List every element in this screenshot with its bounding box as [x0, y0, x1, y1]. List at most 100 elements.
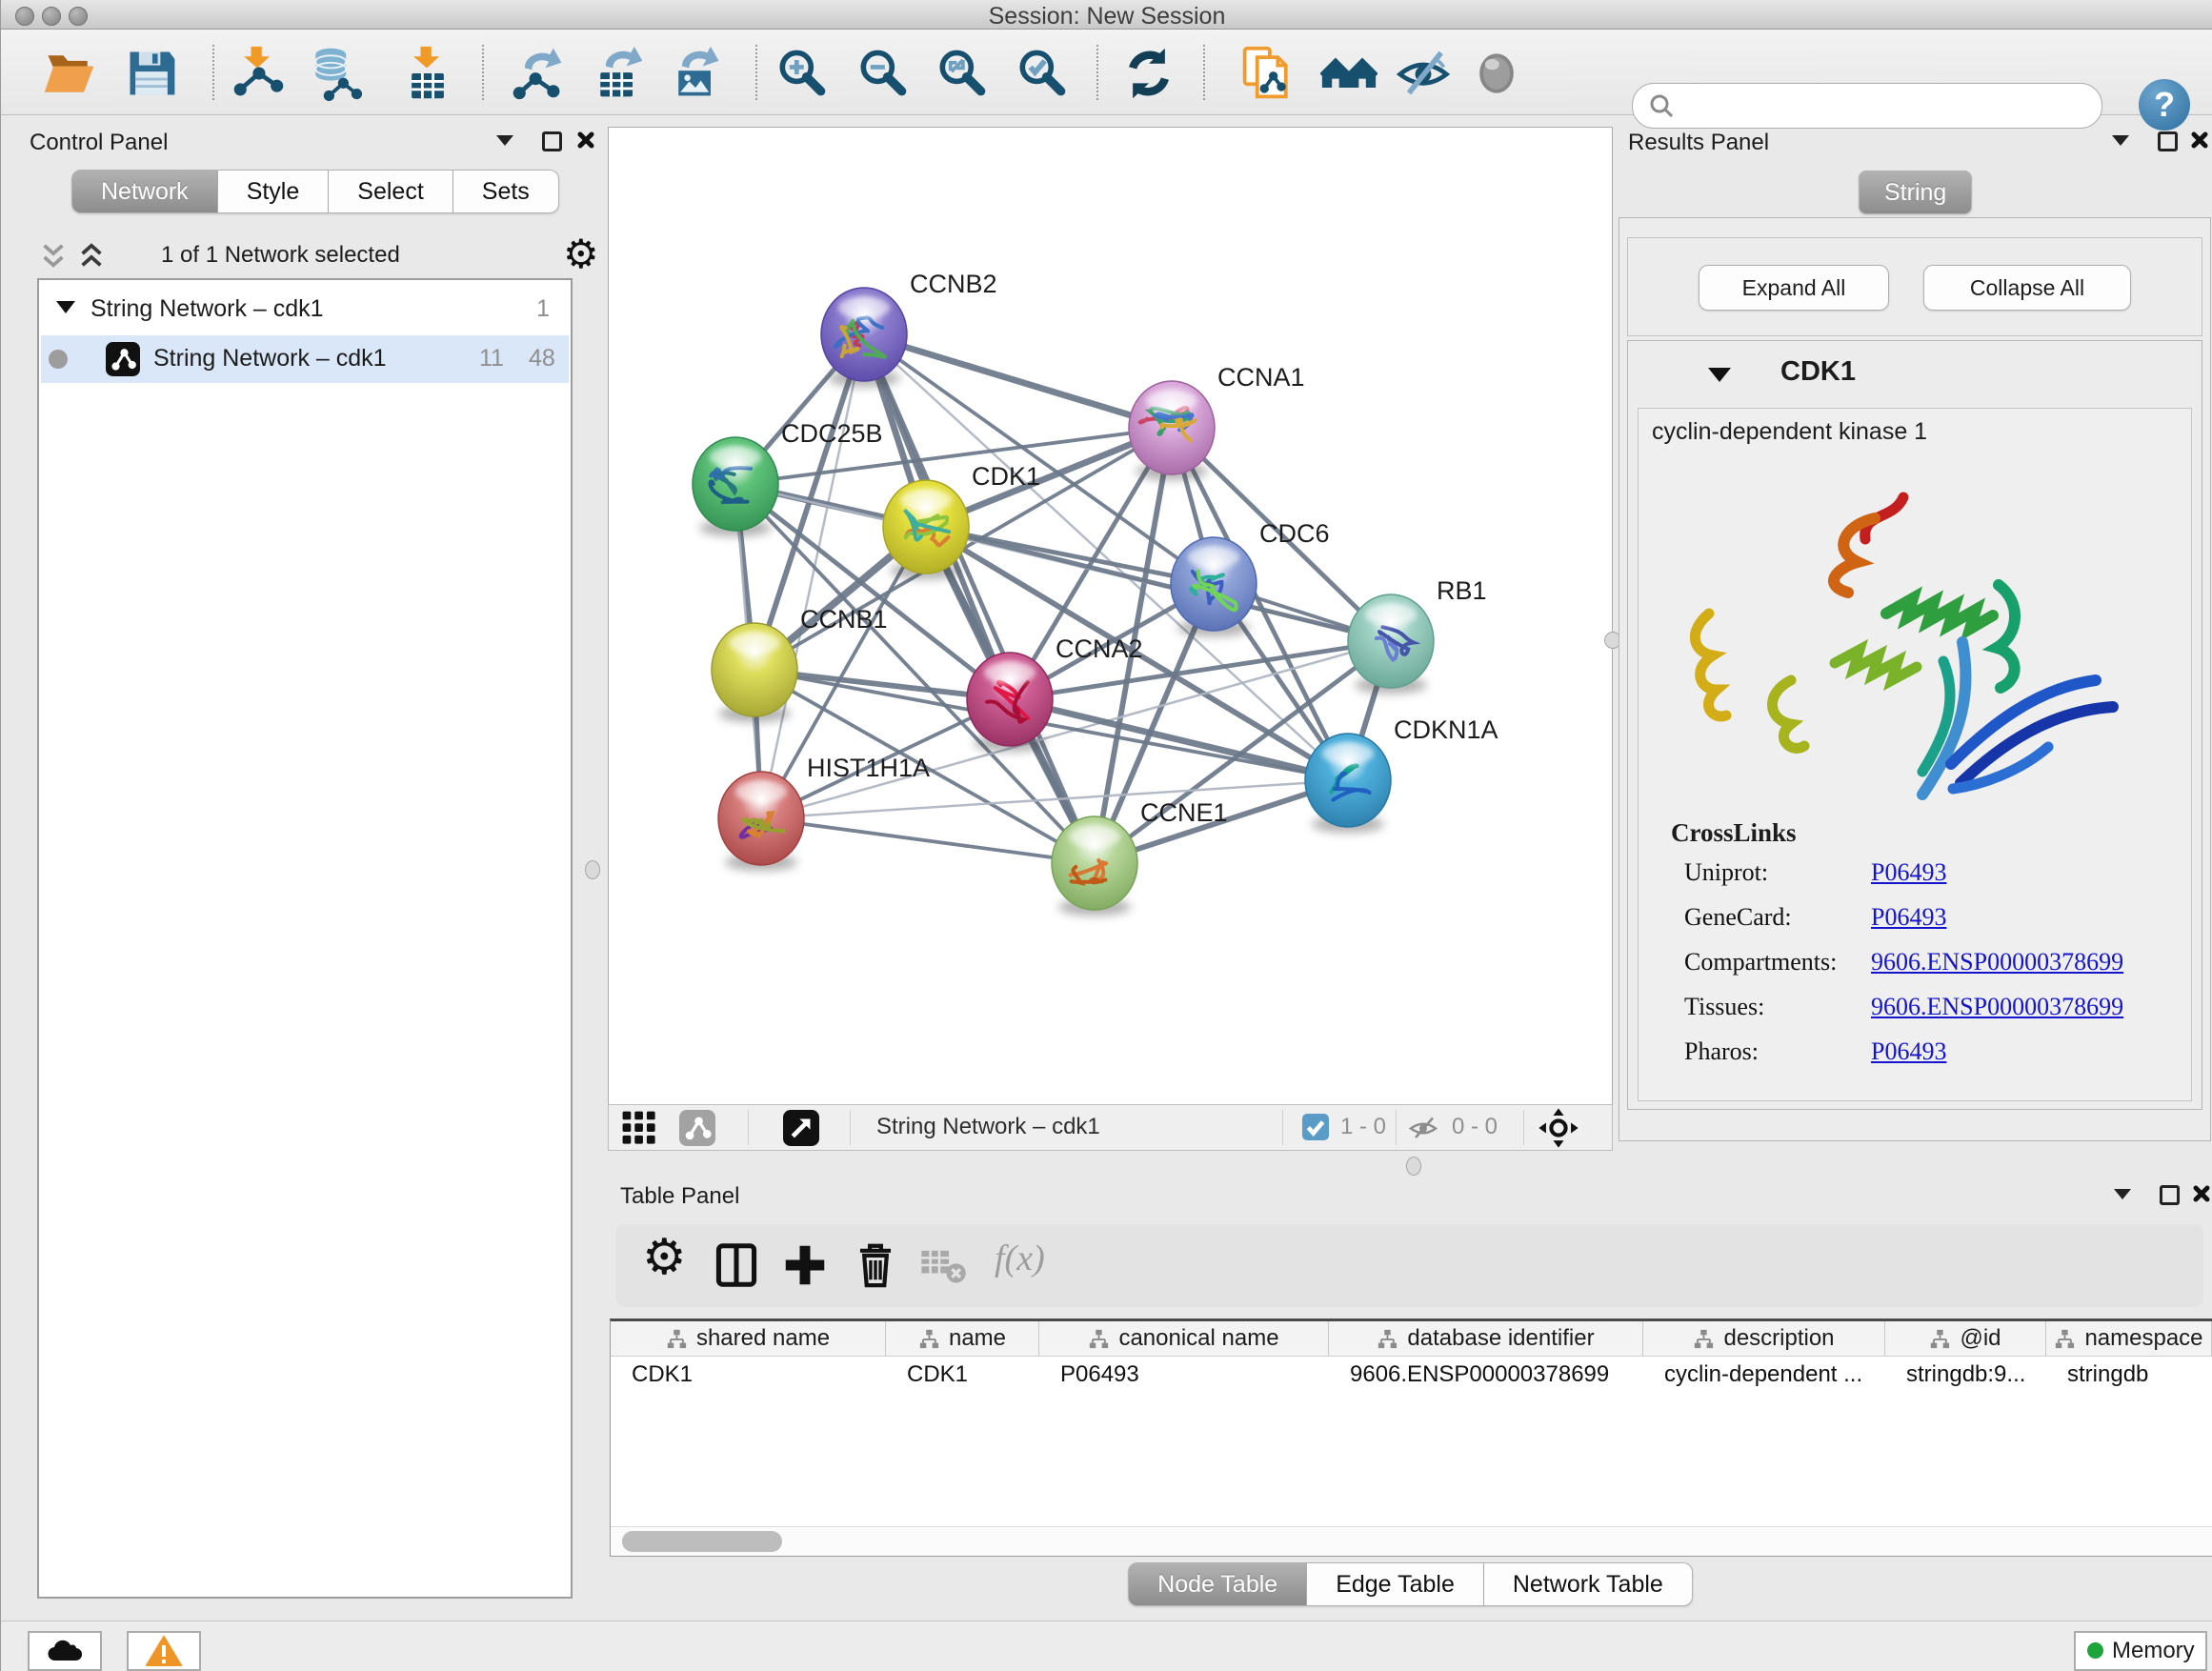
- node-label-CCNB1: CCNB1: [800, 605, 888, 634]
- network-node-RB1[interactable]: RB1: [1348, 576, 1487, 694]
- warnings-button[interactable]: [127, 1631, 201, 1671]
- edge-CCNB2-CCNE1[interactable]: [864, 334, 1095, 863]
- toolbar-separator: [482, 45, 484, 100]
- network-node-CCNE1[interactable]: CCNE1: [1052, 798, 1228, 916]
- scrollbar-thumb[interactable]: [622, 1531, 782, 1552]
- panel-menu-icon[interactable]: [496, 135, 513, 146]
- column-header-database-identifier[interactable]: database identifier: [1329, 1321, 1643, 1356]
- table-cell[interactable]: cyclin-dependent ...: [1643, 1357, 1885, 1393]
- hide-selected-button[interactable]: [1395, 45, 1452, 102]
- crosslink-link[interactable]: P06493: [1871, 903, 1946, 932]
- network-node-CCNA1[interactable]: CCNA1: [1129, 363, 1305, 480]
- crosslink-link[interactable]: P06493: [1871, 1037, 1946, 1066]
- help-button[interactable]: ?: [2139, 79, 2190, 131]
- edge-CCNB2-HIST1H1A[interactable]: [761, 334, 864, 818]
- import-network-from-database-button[interactable]: [306, 45, 363, 102]
- network-row-selected[interactable]: String Network – cdk1 11 48: [41, 335, 569, 383]
- cloud-button[interactable]: [28, 1631, 102, 1671]
- network-canvas[interactable]: CCNB2CCNA1CDC25BCDK1CDC6RB1CCNB1CCNA2CDK…: [608, 127, 1613, 1105]
- gene-details: cyclin-dependent kinase 1: [1638, 408, 2192, 1101]
- collection-count: 1: [536, 295, 550, 323]
- zoom-selected-button[interactable]: [1013, 45, 1070, 102]
- panel-float-icon[interactable]: [2158, 131, 2178, 151]
- zoom-in-button[interactable]: [773, 45, 830, 102]
- tab-style[interactable]: Style: [218, 170, 330, 213]
- column-header-name[interactable]: name: [886, 1321, 1039, 1356]
- network-collection-row[interactable]: String Network – cdk1 1: [39, 288, 571, 333]
- first-neighbors-button[interactable]: [1320, 45, 1377, 102]
- panel-menu-icon[interactable]: [2112, 135, 2129, 146]
- memory-button[interactable]: Memory: [2074, 1631, 2207, 1671]
- collapse-all-button[interactable]: Collapse All: [1923, 265, 2131, 311]
- network-node-CDKN1A[interactable]: CDKN1A: [1305, 715, 1498, 833]
- tab-network-table[interactable]: Network Table: [1484, 1562, 1693, 1606]
- table-cell[interactable]: P06493: [1039, 1357, 1329, 1393]
- grid-view-icon[interactable]: [621, 1110, 657, 1146]
- network-graph[interactable]: CCNB2CCNA1CDC25BCDK1CDC6RB1CCNB1CCNA2CDK…: [609, 128, 1612, 1104]
- section-collapse-icon[interactable]: [1708, 368, 1731, 382]
- crosslink-link[interactable]: P06493: [1871, 858, 1946, 887]
- import-table-button[interactable]: [399, 45, 456, 102]
- zoom-fit-button[interactable]: [933, 45, 990, 102]
- export-table-button[interactable]: [590, 45, 647, 102]
- crosslink-link[interactable]: 9606.ENSP00000378699: [1871, 948, 2123, 976]
- zoom-in-icon: [773, 45, 830, 102]
- search-input[interactable]: [1682, 88, 2086, 124]
- show-all-button[interactable]: [1468, 45, 1525, 102]
- left-splitter-handle[interactable]: [585, 860, 600, 879]
- tab-edge-table[interactable]: Edge Table: [1307, 1562, 1484, 1606]
- table-cell[interactable]: 9606.ENSP00000378699: [1329, 1357, 1643, 1393]
- tab-select[interactable]: Select: [329, 170, 452, 213]
- save-session-button[interactable]: [123, 45, 180, 102]
- collapse-all-tree-icon[interactable]: [77, 240, 106, 272]
- show-columns-button[interactable]: [711, 1239, 762, 1291]
- column-header-shared-name[interactable]: shared name: [611, 1321, 886, 1356]
- horizontal-splitter-handle[interactable]: [1406, 1157, 1421, 1176]
- network-node-CCNB1[interactable]: CCNB1: [712, 605, 888, 722]
- column-header--id[interactable]: @id: [1885, 1321, 2046, 1356]
- clipboard-network-icon: [1239, 45, 1297, 102]
- tab-string[interactable]: String: [1859, 171, 1972, 214]
- crosslink-link[interactable]: 9606.ENSP00000378699: [1871, 993, 2123, 1021]
- table-cell[interactable]: CDK1: [886, 1357, 1039, 1393]
- edge-CCNB2-CCNA1[interactable]: [864, 334, 1172, 428]
- panel-close-icon[interactable]: [577, 131, 594, 149]
- zoom-out-button[interactable]: [854, 45, 911, 102]
- network-node-HIST1H1A[interactable]: HIST1H1A: [718, 754, 930, 871]
- birdseye-view-icon[interactable]: [783, 1110, 819, 1146]
- panel-close-icon[interactable]: [2191, 131, 2208, 149]
- panel-close-icon[interactable]: [2193, 1185, 2210, 1202]
- column-header-namespace[interactable]: namespace: [2046, 1321, 2212, 1356]
- network-from-clipboard-button[interactable]: [1239, 45, 1297, 102]
- gear-icon[interactable]: ⚙: [563, 231, 599, 277]
- add-column-button[interactable]: [779, 1239, 831, 1291]
- expand-all-button[interactable]: Expand All: [1699, 265, 1889, 311]
- open-session-button[interactable]: [41, 45, 98, 102]
- export-image-button[interactable]: [668, 45, 725, 102]
- table-row[interactable]: CDK1CDK1P064939606.ENSP00000378699cyclin…: [611, 1357, 2212, 1393]
- tree-expand-icon[interactable]: [56, 301, 75, 313]
- column-header-description[interactable]: description: [1643, 1321, 1885, 1356]
- tab-network[interactable]: Network: [71, 170, 218, 213]
- table-cell[interactable]: CDK1: [611, 1357, 886, 1393]
- refresh-view-button[interactable]: [1120, 45, 1177, 102]
- panel-float-icon[interactable]: [542, 131, 562, 151]
- expand-all-tree-icon[interactable]: [39, 240, 68, 272]
- table-cell[interactable]: stringdb:9...: [1885, 1357, 2046, 1393]
- panel-menu-icon[interactable]: [2114, 1189, 2131, 1199]
- panel-float-icon[interactable]: [2160, 1185, 2180, 1205]
- import-network-button[interactable]: [230, 45, 287, 102]
- selected-checkbox-icon[interactable]: [1302, 1114, 1329, 1140]
- tab-node-table[interactable]: Node Table: [1128, 1562, 1307, 1606]
- export-network-button[interactable]: [509, 45, 566, 102]
- crosshair-move-icon[interactable]: [1538, 1107, 1579, 1149]
- column-header-canonical-name[interactable]: canonical name: [1039, 1321, 1329, 1356]
- table-cell[interactable]: stringdb: [2046, 1357, 2212, 1393]
- tab-sets[interactable]: Sets: [453, 170, 559, 213]
- node-table: shared namenamecanonical namedatabase id…: [610, 1319, 2212, 1557]
- edge-HIST1H1A-CCNE1[interactable]: [761, 818, 1095, 863]
- table-horizontal-scrollbar[interactable]: [611, 1526, 2212, 1556]
- network-view-icon[interactable]: [679, 1110, 715, 1146]
- delete-column-button[interactable]: [850, 1239, 901, 1291]
- gear-icon[interactable]: ⚙: [642, 1229, 687, 1286]
